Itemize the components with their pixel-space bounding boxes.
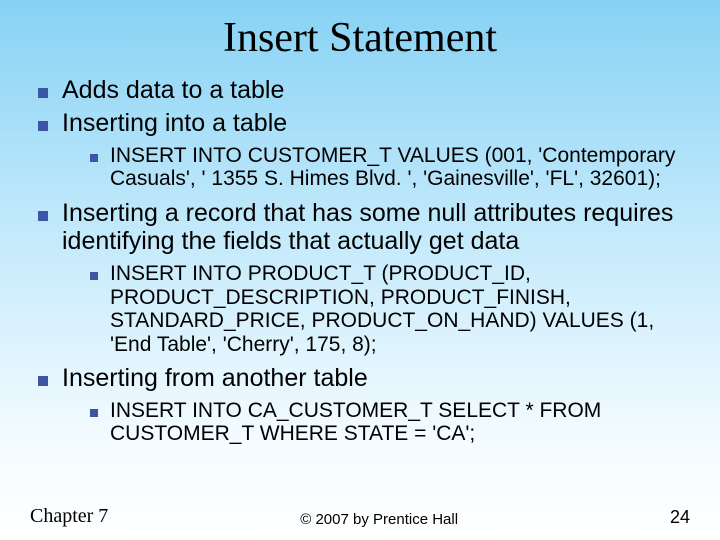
sql-insert-customer: INSERT INTO CUSTOMER_T VALUES (001, 'Con… xyxy=(88,144,690,191)
bullet-text: Inserting from another table xyxy=(62,364,368,392)
bullet-adds-data: Adds data to a table xyxy=(36,76,690,105)
bullet-inserting-into-table: Inserting into a table INSERT INTO CUSTO… xyxy=(36,109,690,191)
chapter-label: Chapter 7 xyxy=(30,505,108,528)
sub-bullet-text: INSERT INTO CA_CUSTOMER_T SELECT * FROM … xyxy=(110,399,601,446)
bullet-text: Adds data to a table xyxy=(62,76,284,104)
bullet-list: Adds data to a table Inserting into a ta… xyxy=(30,76,690,446)
bullet-text: Inserting a record that has some null at… xyxy=(62,199,673,256)
bullet-text: Inserting into a table xyxy=(62,109,287,137)
sql-insert-product: INSERT INTO PRODUCT_T (PRODUCT_ID, PRODU… xyxy=(88,262,690,356)
sql-insert-select: INSERT INTO CA_CUSTOMER_T SELECT * FROM … xyxy=(88,399,690,446)
sub-bullet-list: INSERT INTO PRODUCT_T (PRODUCT_ID, PRODU… xyxy=(62,262,690,356)
sub-bullet-text: INSERT INTO PRODUCT_T (PRODUCT_ID, PRODU… xyxy=(110,262,654,356)
bullet-null-attributes: Inserting a record that has some null at… xyxy=(36,199,690,357)
slide-title: Insert Statement xyxy=(30,14,690,62)
sub-bullet-text: INSERT INTO CUSTOMER_T VALUES (001, 'Con… xyxy=(110,144,675,191)
slide: Insert Statement Adds data to a table In… xyxy=(0,0,720,540)
footer: Chapter 7 © 2007 by Prentice Hall 24 xyxy=(0,505,720,528)
sub-bullet-list: INSERT INTO CUSTOMER_T VALUES (001, 'Con… xyxy=(62,144,690,191)
page-number: 24 xyxy=(650,507,690,528)
sub-bullet-list: INSERT INTO CA_CUSTOMER_T SELECT * FROM … xyxy=(62,399,690,446)
bullet-from-another-table: Inserting from another table INSERT INTO… xyxy=(36,364,690,446)
copyright-text: © 2007 by Prentice Hall xyxy=(108,511,650,528)
